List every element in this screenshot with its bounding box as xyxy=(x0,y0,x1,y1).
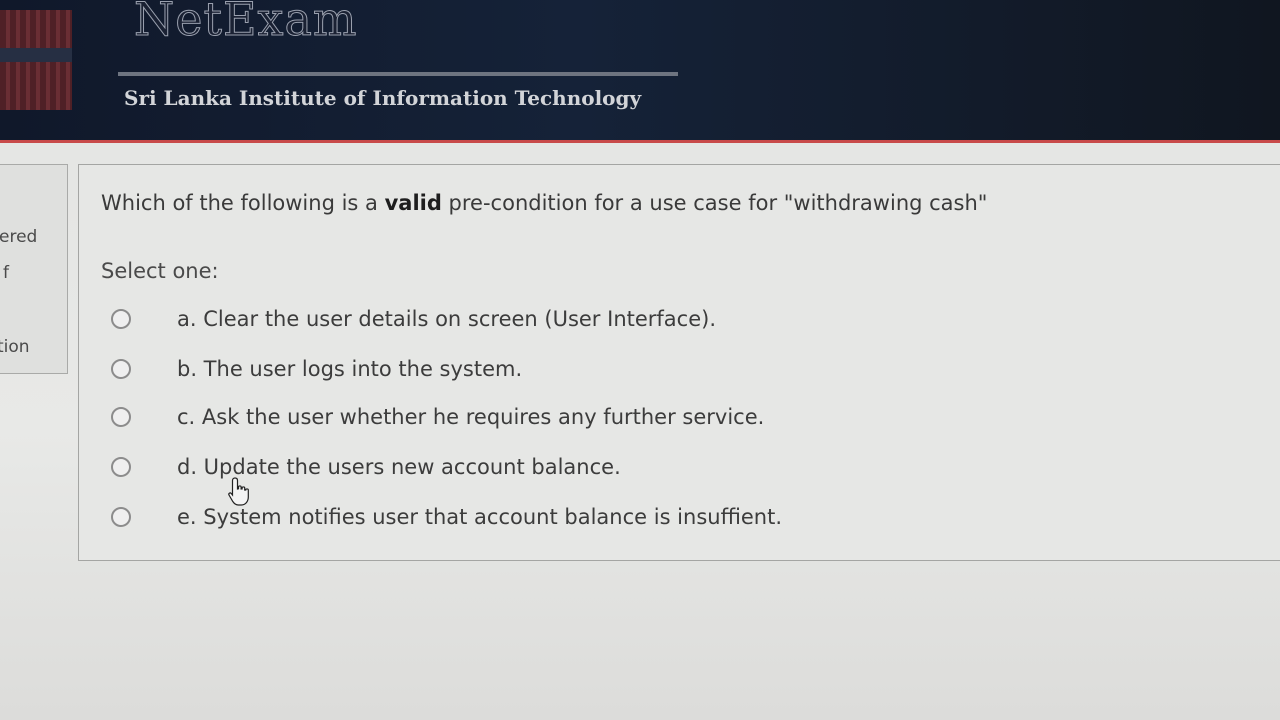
radio-unchecked-icon[interactable] xyxy=(111,359,131,379)
select-one-prompt: Select one: xyxy=(101,259,219,283)
question-emphasis: valid xyxy=(384,191,442,215)
netexam-page: NetExam Sri Lanka Institute of Informati… xyxy=(0,0,1280,720)
question-text: Which of the following is a valid pre-co… xyxy=(101,191,987,215)
answer-option-b[interactable]: b. The user logs into the system. xyxy=(111,349,522,389)
info-fragment: f xyxy=(3,263,9,283)
question-text-part: Which of the following is a xyxy=(101,191,385,215)
answer-option-label[interactable]: c. Ask the user whether he requires any … xyxy=(177,405,764,429)
question-text-part: pre-condition for a use case for "withdr… xyxy=(441,191,988,215)
info-fragment: tion xyxy=(0,337,30,357)
radio-unchecked-icon[interactable] xyxy=(111,507,131,527)
answer-option-a[interactable]: a. Clear the user details on screen (Use… xyxy=(111,299,716,339)
app-title: NetExam xyxy=(134,0,358,47)
institute-name: Sri Lanka Institute of Information Techn… xyxy=(124,86,642,110)
radio-unchecked-icon[interactable] xyxy=(111,457,131,477)
answer-option-c[interactable]: c. Ask the user whether he requires any … xyxy=(111,397,764,437)
quiz-info-panel: ered f tion xyxy=(0,164,68,374)
answer-option-d[interactable]: d. Update the users new account balance. xyxy=(111,447,621,487)
info-fragment: ered xyxy=(0,227,38,247)
radio-unchecked-icon[interactable] xyxy=(111,407,131,427)
answer-option-e[interactable]: e. System notifies user that account bal… xyxy=(111,497,782,537)
answer-option-label[interactable]: e. System notifies user that account bal… xyxy=(177,505,782,529)
radio-unchecked-icon[interactable] xyxy=(111,309,131,329)
question-panel: Which of the following is a valid pre-co… xyxy=(78,164,1280,561)
institute-logo xyxy=(0,10,72,110)
answer-option-label[interactable]: b. The user logs into the system. xyxy=(177,357,522,381)
answer-option-label[interactable]: a. Clear the user details on screen (Use… xyxy=(177,307,716,331)
header-divider xyxy=(118,72,678,76)
hand-pointer-icon xyxy=(228,477,249,506)
header-banner: NetExam Sri Lanka Institute of Informati… xyxy=(0,0,1280,143)
